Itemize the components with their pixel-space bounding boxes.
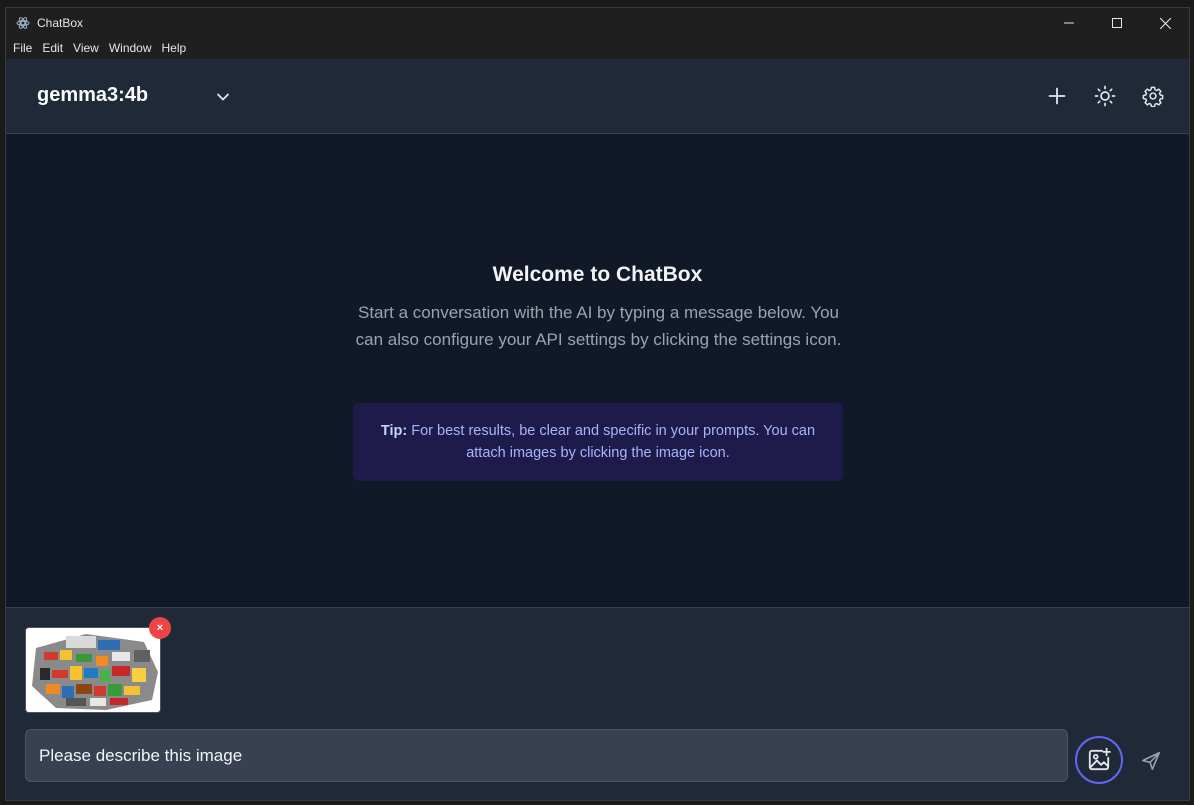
menu-view[interactable]: View (68, 38, 104, 59)
welcome-title: Welcome to ChatBox (492, 263, 703, 286)
model-name[interactable]: gemma3:4b (37, 84, 148, 107)
attached-image-thumbnail[interactable] (25, 627, 161, 713)
composer: × (6, 607, 1189, 800)
app-logo-icon (16, 16, 30, 30)
tip-label: Tip: (380, 423, 408, 439)
image-plus-icon (1088, 747, 1111, 771)
menu-bar: File Edit View Window Help (6, 38, 1189, 59)
model-dropdown-button[interactable] (211, 85, 235, 109)
send-icon (1141, 751, 1161, 771)
app-header: gemma3:4b (6, 59, 1189, 134)
menu-file[interactable]: File (8, 38, 37, 59)
close-button[interactable] (1141, 8, 1189, 38)
close-icon (1159, 17, 1171, 29)
menu-window[interactable]: Window (104, 38, 157, 59)
remove-image-button[interactable]: × (149, 617, 171, 639)
chevron-down-icon (217, 93, 229, 101)
attach-image-button[interactable] (1075, 736, 1123, 784)
theme-toggle-button[interactable] (1092, 83, 1118, 109)
menu-edit[interactable]: Edit (37, 38, 68, 59)
menu-help[interactable]: Help (157, 38, 192, 59)
new-chat-button[interactable] (1044, 83, 1070, 109)
app-window: ChatBox File Edit View Window Help gemma… (5, 7, 1190, 801)
minimize-icon (1064, 22, 1074, 24)
message-input[interactable] (25, 729, 1068, 782)
maximize-icon (1112, 18, 1122, 28)
maximize-button[interactable] (1093, 8, 1141, 38)
chat-area: Welcome to ChatBox Start a conversation … (6, 134, 1189, 607)
send-button[interactable] (1137, 747, 1165, 775)
sun-icon (1094, 85, 1116, 107)
tip-text: For best results, be clear and specific … (407, 423, 816, 461)
plus-icon (1048, 87, 1066, 105)
gear-icon (1142, 86, 1164, 107)
minimize-button[interactable] (1045, 8, 1093, 38)
window-title: ChatBox (37, 16, 84, 30)
settings-button[interactable] (1140, 83, 1166, 109)
tip-box: Tip: For best results, be clear and spec… (353, 403, 843, 481)
title-bar: ChatBox (6, 8, 1189, 38)
welcome-text: Start a conversation with the AI by typi… (355, 303, 842, 349)
